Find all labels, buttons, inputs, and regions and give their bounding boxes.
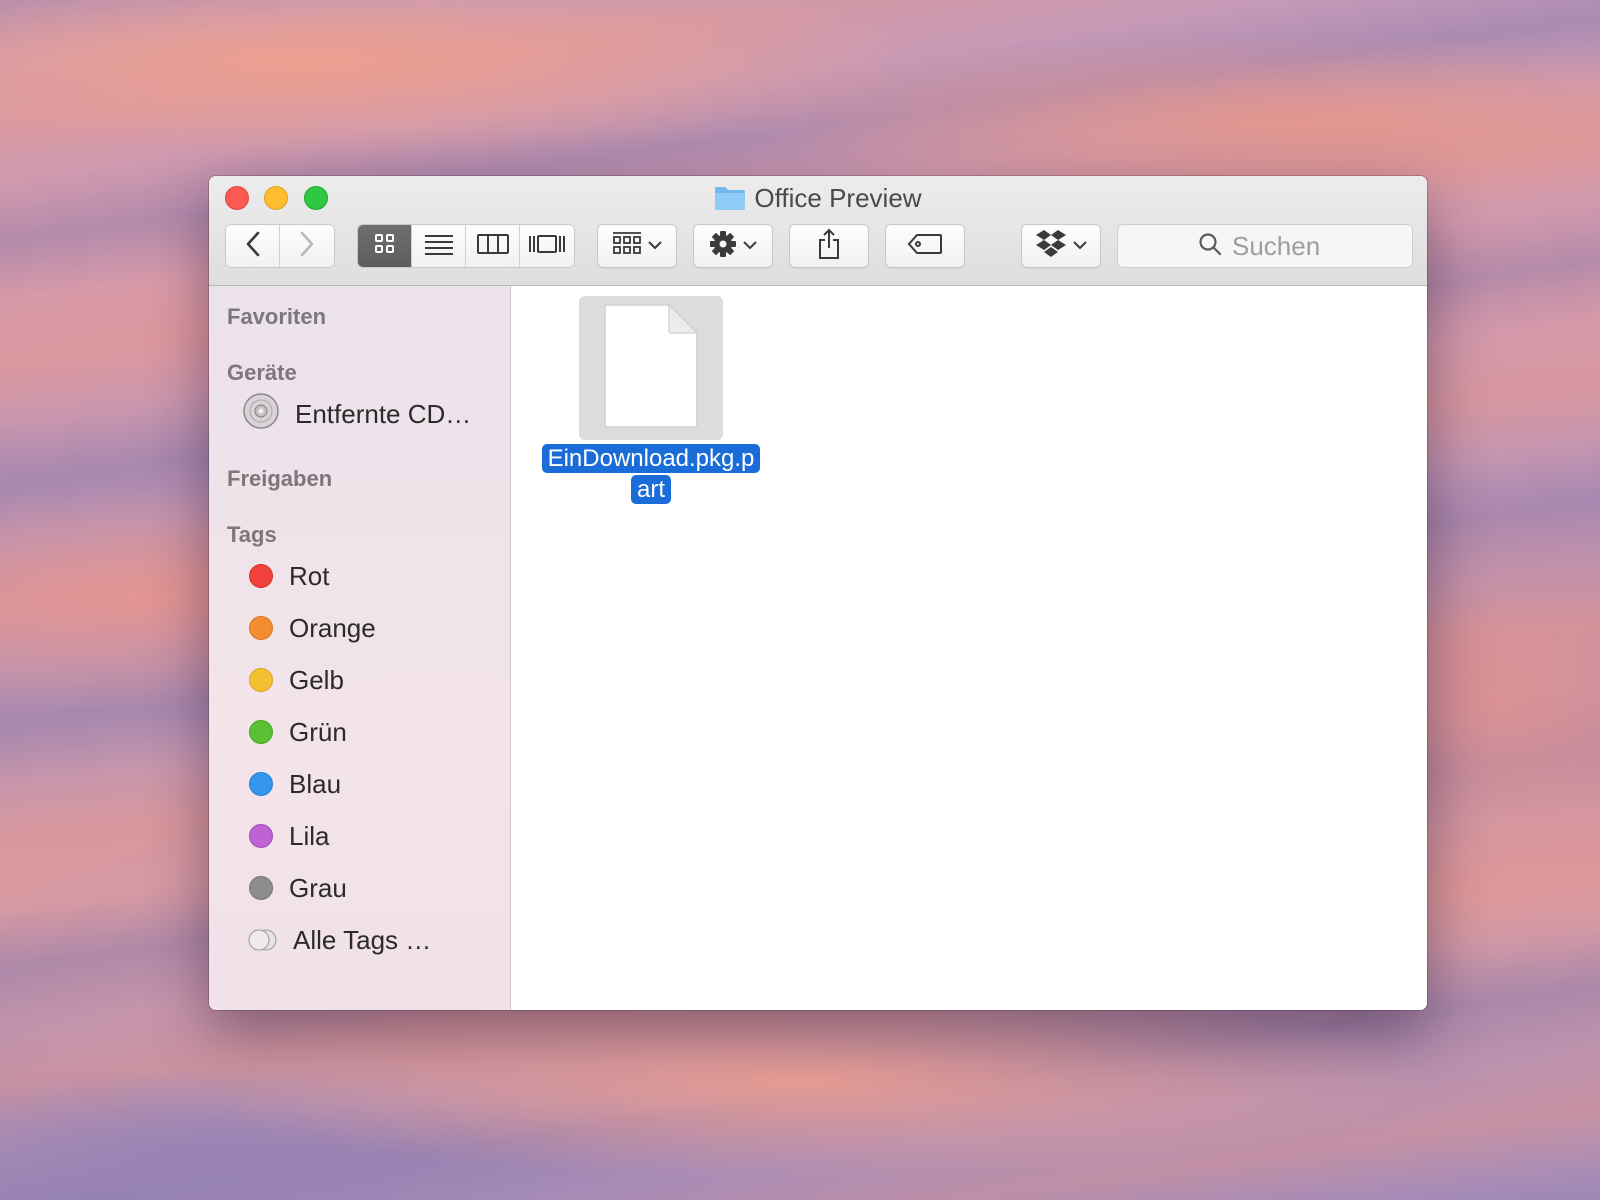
search-input[interactable]: [1232, 230, 1332, 262]
dropbox-icon: [1035, 229, 1067, 264]
file-browser-content[interactable]: EinDownload.pkg.p art: [511, 286, 1427, 1010]
list-view-button[interactable]: [412, 225, 466, 267]
dropbox-button[interactable]: [1021, 224, 1101, 268]
chevron-down-icon: [743, 237, 757, 255]
titlebar: Office Preview: [209, 176, 1427, 286]
file-name-line-1: EinDownload.pkg.p: [541, 444, 761, 473]
sidebar-tag-blue[interactable]: Blau: [243, 766, 341, 802]
icon-view-icon: [374, 233, 396, 260]
sidebar-tag-purple[interactable]: Lila: [243, 818, 329, 854]
tag-dot-icon: [249, 720, 273, 744]
chevron-right-icon: [299, 231, 315, 262]
tag-dot-icon: [249, 668, 273, 692]
sidebar-tag-green[interactable]: Grün: [243, 714, 347, 750]
forward-button[interactable]: [280, 225, 334, 267]
sidebar-section-shared[interactable]: Freigaben: [227, 466, 332, 492]
share-button[interactable]: [789, 224, 869, 268]
sidebar-item-label: Alle Tags …: [293, 924, 432, 955]
sidebar-tag-orange[interactable]: Orange: [243, 610, 376, 646]
window-title-text: Office Preview: [754, 183, 922, 213]
file-name-label[interactable]: EinDownload.pkg.p art: [533, 443, 769, 505]
sidebar-all-tags[interactable]: Alle Tags …: [243, 922, 431, 958]
search-icon: [1198, 232, 1222, 261]
tag-dot-icon: [249, 616, 273, 640]
file-thumbnail[interactable]: [579, 296, 723, 440]
sidebar-section-devices[interactable]: Geräte: [227, 360, 297, 386]
all-tags-icon: [247, 927, 277, 953]
sidebar-item-label: Grau: [289, 872, 347, 903]
finder-window: Office Preview Suchen Favoriten Geräte E…: [209, 176, 1427, 1010]
back-button[interactable]: [226, 225, 280, 267]
tag-dot-icon: [249, 876, 273, 900]
sidebar-tag-gray[interactable]: Grau: [243, 870, 347, 906]
tag-dot-icon: [249, 824, 273, 848]
chevron-down-icon: [1073, 237, 1087, 255]
tag-dot-icon: [249, 772, 273, 796]
sidebar-item-label: Entfernte CD…: [295, 398, 472, 429]
view-mode-control: [357, 224, 575, 268]
icon-view-button[interactable]: [358, 225, 412, 267]
column-view-icon: [476, 233, 509, 260]
sidebar: Favoriten Geräte Entfernte CD… Freigaben…: [209, 286, 511, 1010]
gear-icon: [709, 230, 737, 263]
tag-button[interactable]: [885, 224, 965, 268]
sidebar-tag-yellow[interactable]: Gelb: [243, 662, 344, 698]
coverflow-view-icon: [528, 233, 566, 260]
list-view-icon: [424, 233, 454, 260]
chevron-down-icon: [648, 237, 662, 255]
window-title: Office Preview: [209, 182, 1427, 214]
sidebar-item-label: Gelb: [289, 664, 344, 695]
folder-icon: [714, 185, 746, 218]
sidebar-section-favorites[interactable]: Favoriten: [227, 304, 326, 330]
cd-disc-icon: [243, 392, 279, 436]
chevron-left-icon: [245, 231, 261, 262]
sidebar-item-label: Orange: [289, 612, 376, 643]
sidebar-section-tags[interactable]: Tags: [227, 522, 277, 548]
arrange-grid-icon: [612, 231, 642, 262]
nav-buttons: [225, 224, 335, 268]
search-field[interactable]: [1117, 224, 1413, 268]
action-button[interactable]: [693, 224, 773, 268]
document-icon: [603, 303, 699, 434]
file-name-line-2: art: [630, 475, 671, 504]
sidebar-item-remote-cd[interactable]: Entfernte CD…: [243, 392, 472, 432]
sidebar-item-label: Rot: [289, 560, 330, 591]
sidebar-item-label: Grün: [289, 716, 347, 747]
share-icon: [817, 228, 841, 265]
tag-icon: [907, 233, 943, 260]
column-view-button[interactable]: [466, 225, 520, 267]
sidebar-item-label: Lila: [289, 820, 330, 851]
coverflow-view-button[interactable]: [520, 225, 574, 267]
sidebar-tag-red[interactable]: Rot: [243, 558, 329, 594]
arrange-button[interactable]: [597, 224, 677, 268]
sidebar-item-label: Blau: [289, 768, 342, 799]
tag-dot-icon: [249, 564, 273, 588]
